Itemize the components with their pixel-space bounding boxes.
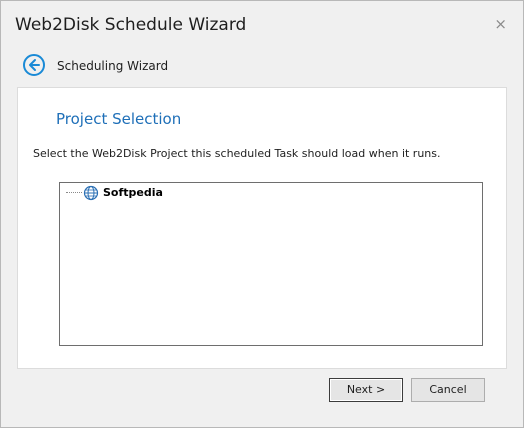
cancel-button[interactable]: Cancel <box>411 378 485 402</box>
page-description: Select the Web2Disk Project this schedul… <box>33 147 441 160</box>
next-button[interactable]: Next > <box>329 378 403 402</box>
wizard-window: Web2Disk Schedule Wizard × Scheduling Wi… <box>0 0 524 428</box>
nav-label: Scheduling Wizard <box>57 59 169 73</box>
tree-connector <box>66 192 82 193</box>
title-bar: Web2Disk Schedule Wizard × <box>1 1 523 47</box>
close-icon[interactable]: × <box>494 17 507 32</box>
back-arrow-icon[interactable] <box>23 54 45 76</box>
globe-icon <box>83 185 99 201</box>
window-title: Web2Disk Schedule Wizard <box>15 15 247 35</box>
page-title: Project Selection <box>56 110 182 128</box>
tree-item-label: Softpedia <box>103 186 163 199</box>
content-panel: Project Selection Select the Web2Disk Pr… <box>17 87 507 369</box>
project-tree[interactable]: Softpedia <box>59 182 483 346</box>
wizard-nav: Scheduling Wizard <box>1 49 523 87</box>
